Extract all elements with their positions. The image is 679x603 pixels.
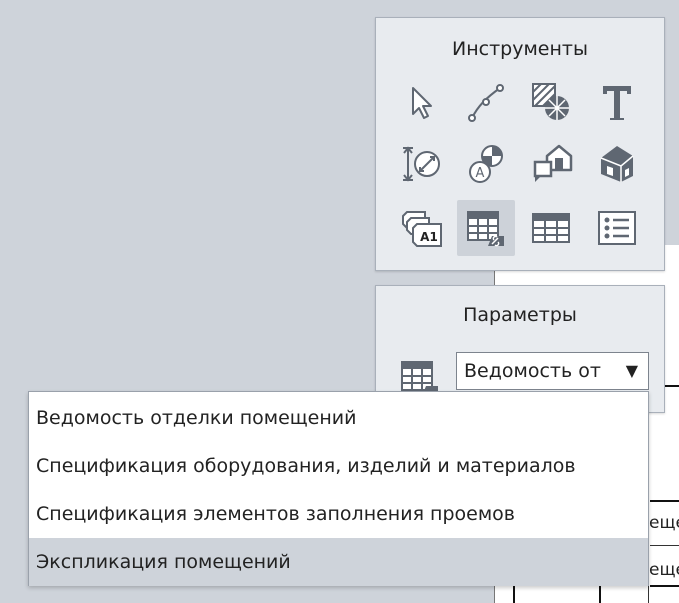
tool-room-marker[interactable]: A: [457, 136, 515, 192]
list-legend-icon: [598, 211, 636, 245]
dimension-tool-icon: [403, 146, 440, 182]
tool-linked-schedule[interactable]: [457, 200, 515, 256]
dropdown-option-hovered[interactable]: Экспликация помещений: [29, 538, 648, 586]
drawing-text-fragment: ещег: [649, 513, 679, 533]
table-schedule-icon: [532, 213, 570, 243]
tool-dimension[interactable]: [392, 136, 450, 192]
svg-text:A1: A1: [420, 230, 438, 244]
tools-panel-title: Инструменты: [452, 38, 588, 60]
building-3d-icon: [600, 146, 634, 182]
curve-line-icon: [468, 84, 504, 122]
room-house-icon: [533, 144, 573, 182]
tool-text[interactable]: [588, 74, 646, 130]
drawing-text-fragment: ещег: [649, 560, 679, 580]
schedule-type-dropdown: Ведомость отделки помещений Спецификация…: [28, 391, 649, 586]
dropdown-option[interactable]: Спецификация элементов заполнения проемо…: [29, 490, 648, 538]
tool-building[interactable]: [588, 136, 646, 192]
tool-list[interactable]: [588, 200, 646, 256]
tag-labels-icon: A1: [402, 211, 442, 247]
tool-curve[interactable]: [457, 74, 515, 130]
text-tool-icon: [603, 86, 631, 120]
tool-room[interactable]: [522, 136, 580, 192]
tool-tags[interactable]: A1: [392, 200, 450, 256]
room-marker-icon: A: [469, 145, 503, 183]
tool-table[interactable]: [522, 200, 580, 256]
tools-panel: Инструменты A A1: [375, 17, 665, 271]
schedule-type-select[interactable]: Ведомость от ▼: [456, 352, 649, 390]
tool-hatch[interactable]: [522, 74, 580, 130]
hatch-fill-icon: [532, 83, 569, 120]
params-panel-title: Параметры: [463, 304, 577, 326]
dropdown-option[interactable]: Ведомость отделки помещений: [29, 394, 648, 442]
linked-schedule-icon: [467, 211, 504, 247]
dropdown-arrow-icon: ▼: [625, 361, 638, 380]
select-value: Ведомость от: [464, 360, 601, 382]
svg-text:A: A: [476, 166, 485, 181]
tool-select[interactable]: [392, 74, 450, 130]
dropdown-option[interactable]: Спецификация оборудования, изделий и мат…: [29, 442, 648, 490]
pointer-arrow-icon: [412, 87, 432, 119]
workspace: ещег ещег Инструменты: [0, 0, 679, 603]
